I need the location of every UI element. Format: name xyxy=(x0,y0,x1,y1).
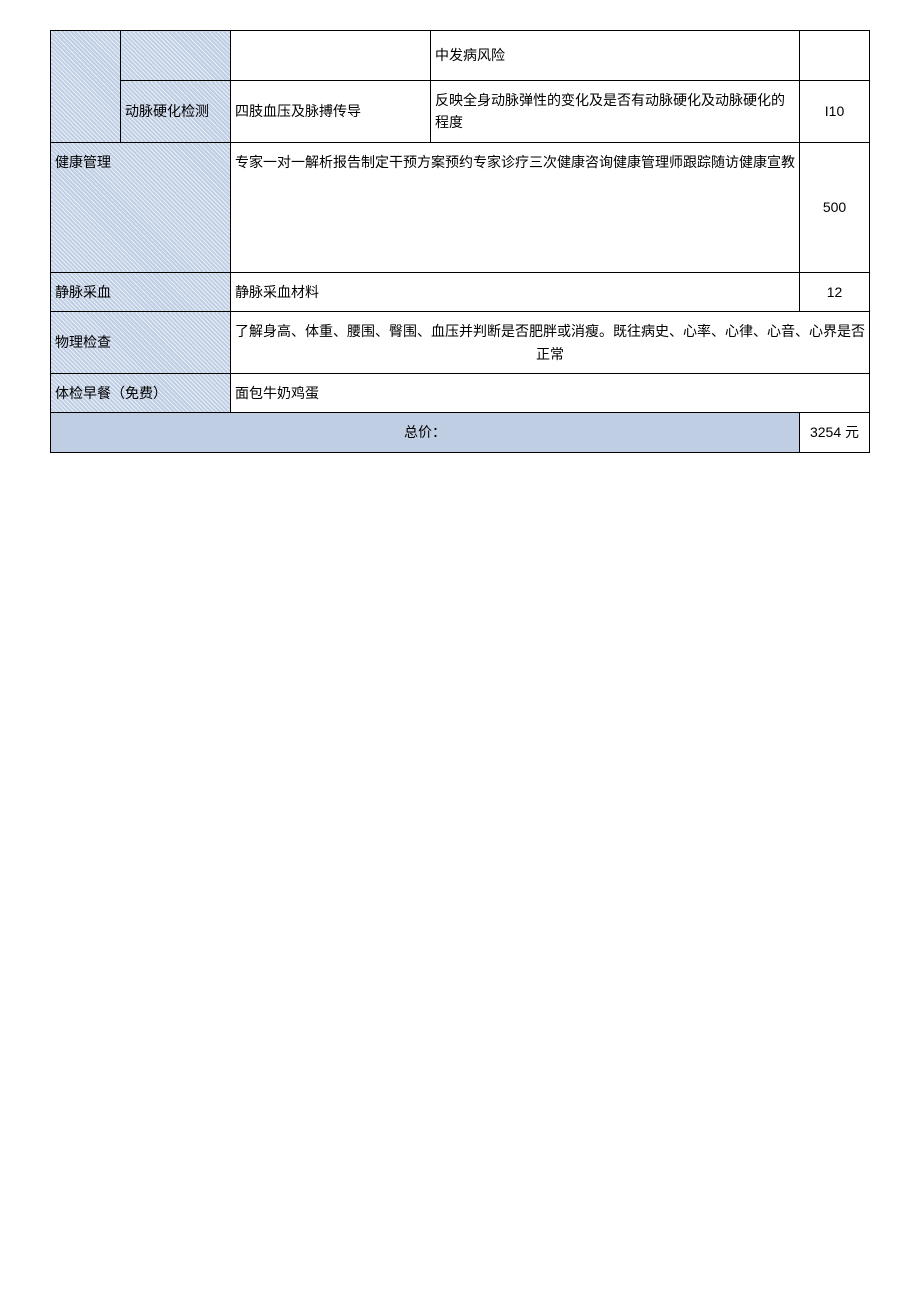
total-label-cell: 总价： xyxy=(51,413,800,452)
price-cell xyxy=(800,31,870,81)
category-label-cell: 物理检查 xyxy=(51,312,231,374)
category-label-cell: 静脉采血 xyxy=(51,272,231,311)
desc-cell: 了解身高、体重、腰围、臀围、血压并判断是否肥胖或消瘦。既往病史、心率、心律、心音… xyxy=(231,312,870,374)
desc-cell: 专家一对一解析报告制定干预方案预约专家诊疗三次健康咨询健康管理师跟踪随访健康宣教 xyxy=(231,142,800,272)
table-row: 中发病风险 xyxy=(51,31,870,81)
method-cell: 四肢血压及脉搏传导 xyxy=(231,81,431,143)
category-label-cell: 体检早餐（免费） xyxy=(51,373,231,412)
method-cell xyxy=(231,31,431,81)
desc-cell: 面包牛奶鸡蛋 xyxy=(231,373,870,412)
table-row: 静脉采血 静脉采血材料 12 xyxy=(51,272,870,311)
category-cell xyxy=(51,31,121,143)
table-row: 健康管理 专家一对一解析报告制定干预方案预约专家诊疗三次健康咨询健康管理师跟踪随… xyxy=(51,142,870,272)
price-cell: 12 xyxy=(800,272,870,311)
total-price-cell: 3254 元 xyxy=(800,413,870,452)
desc-cell: 静脉采血材料 xyxy=(231,272,800,311)
item-cell xyxy=(121,31,231,81)
item-cell: 动脉硬化检测 xyxy=(121,81,231,143)
desc-cell: 反映全身动脉弹性的变化及是否有动脉硬化及动脉硬化的程度 xyxy=(431,81,800,143)
category-label-cell: 健康管理 xyxy=(51,142,231,272)
price-cell: I10 xyxy=(800,81,870,143)
table-row: 动脉硬化检测 四肢血压及脉搏传导 反映全身动脉弹性的变化及是否有动脉硬化及动脉硬… xyxy=(51,81,870,143)
price-cell: 500 xyxy=(800,142,870,272)
medical-exam-table: 中发病风险 动脉硬化检测 四肢血压及脉搏传导 反映全身动脉弹性的变化及是否有动脉… xyxy=(50,30,870,453)
desc-cell: 中发病风险 xyxy=(431,31,800,81)
table-row: 体检早餐（免费） 面包牛奶鸡蛋 xyxy=(51,373,870,412)
table-row-total: 总价： 3254 元 xyxy=(51,413,870,452)
table-row: 物理检查 了解身高、体重、腰围、臀围、血压并判断是否肥胖或消瘦。既往病史、心率、… xyxy=(51,312,870,374)
